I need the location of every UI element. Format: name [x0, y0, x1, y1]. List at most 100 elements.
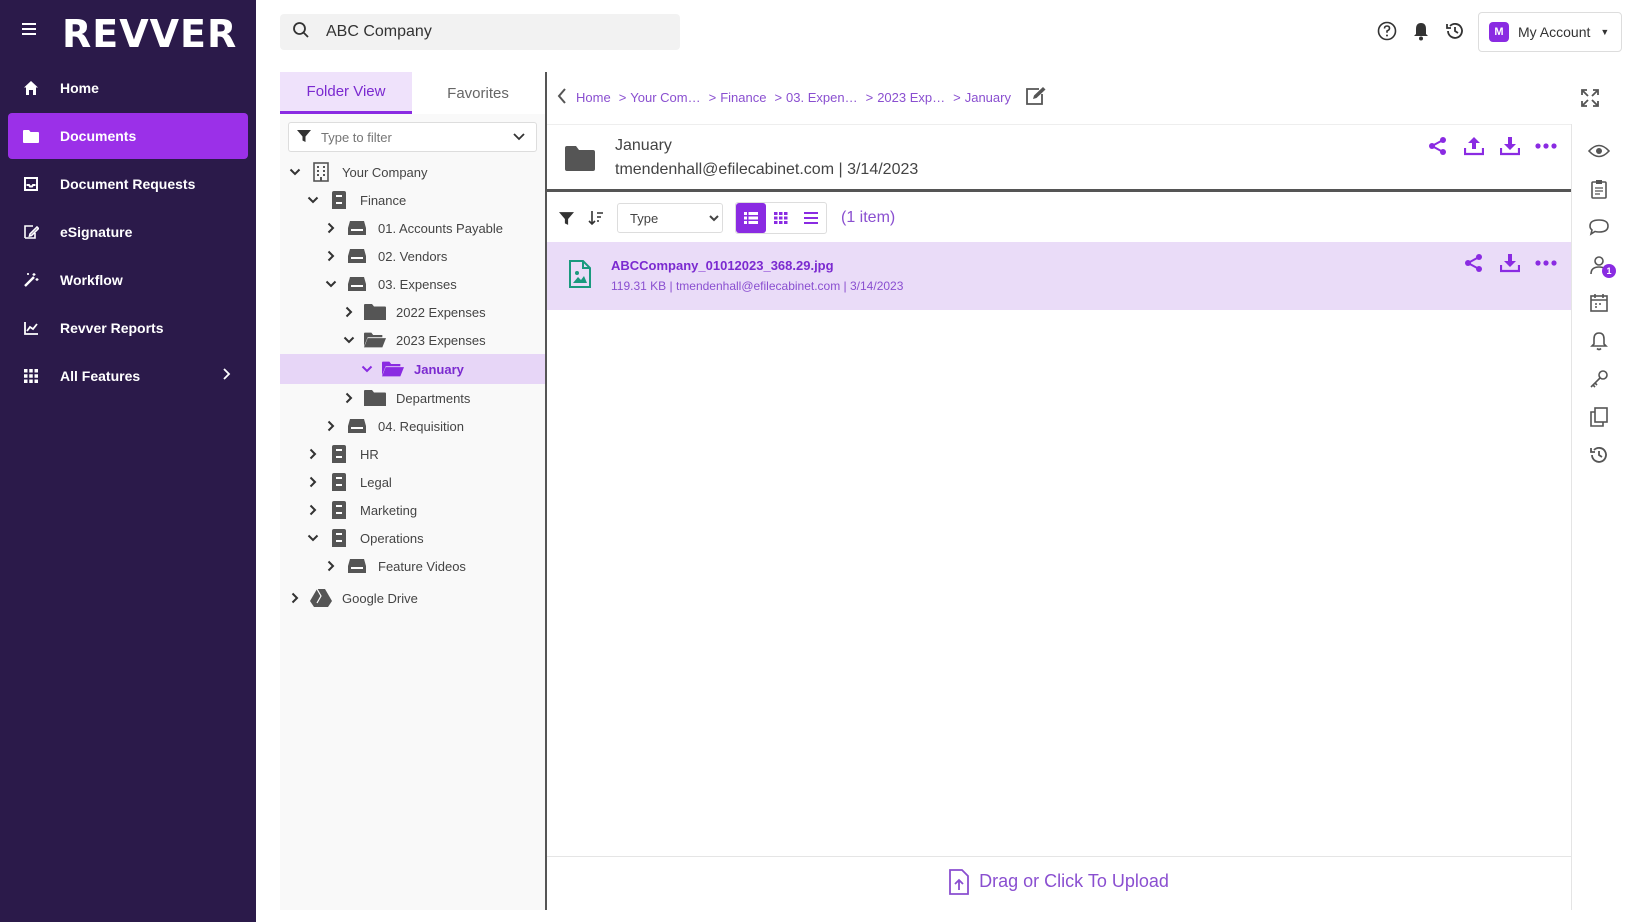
breadcrumb-separator: > — [953, 90, 961, 105]
tree-node[interactable]: Google Drive — [280, 584, 545, 612]
nav-item-documents[interactable]: Documents — [8, 113, 248, 159]
chevron-down-icon[interactable] — [512, 130, 526, 147]
user-icon[interactable]: 1 — [1582, 246, 1616, 284]
nav-item-all-features[interactable]: All Features — [8, 353, 248, 399]
expand-icon[interactable] — [1580, 88, 1600, 113]
tab-folder-view[interactable]: Folder View — [280, 72, 412, 114]
sort-select[interactable]: Type — [617, 203, 723, 233]
hamburger-menu-icon[interactable] — [22, 20, 42, 40]
chevron-right-icon[interactable] — [324, 249, 338, 263]
chevron-right-icon[interactable] — [324, 419, 338, 433]
history-icon[interactable] — [1444, 20, 1466, 42]
comment-icon[interactable] — [1582, 208, 1616, 246]
download-icon[interactable] — [1499, 252, 1521, 274]
tree-node[interactable]: 01. Accounts Payable — [280, 214, 545, 242]
tree-filter-input[interactable] — [321, 129, 501, 145]
tree-node-label: Google Drive — [342, 590, 418, 606]
drawer-icon — [346, 246, 368, 266]
nav-item-workflow[interactable]: Workflow — [8, 257, 248, 303]
history-icon[interactable] — [1582, 436, 1616, 474]
building-icon — [310, 162, 332, 182]
chevron-right-icon[interactable] — [306, 447, 320, 461]
chevron-right-icon[interactable] — [306, 475, 320, 489]
search-input[interactable] — [326, 23, 646, 41]
nav-item-revver-reports[interactable]: Revver Reports — [8, 305, 248, 351]
help-icon[interactable] — [1376, 20, 1398, 42]
chevron-right-icon[interactable] — [342, 305, 356, 319]
tree-node[interactable]: Operations — [280, 524, 545, 552]
folder-header: January tmendenhall@efilecabinet.com | 3… — [547, 124, 1571, 192]
grid-view-button[interactable] — [766, 203, 796, 233]
tree-node[interactable]: January — [280, 354, 545, 384]
tree-node[interactable]: Your Company — [280, 158, 545, 186]
file-name[interactable]: ABCCompany_01012023_368.29.jpg — [611, 258, 834, 273]
more-options-icon[interactable] — [1535, 135, 1557, 157]
calendar-icon[interactable] — [1582, 284, 1616, 322]
upload-dropzone[interactable]: Drag or Click To Upload — [547, 856, 1571, 906]
tree-node[interactable]: Legal — [280, 468, 545, 496]
chevron-down-icon[interactable] — [324, 277, 338, 291]
sort-icon[interactable] — [585, 207, 607, 229]
chevron-right-icon[interactable] — [342, 391, 356, 405]
clipboard-icon[interactable] — [1582, 170, 1616, 208]
bell-icon[interactable] — [1410, 20, 1432, 42]
tree-node-label: Feature Videos — [378, 558, 466, 574]
edit-icon[interactable] — [1025, 86, 1047, 109]
my-account-dropdown[interactable]: M My Account ▼ — [1478, 12, 1622, 52]
nav-item-esignature[interactable]: eSignature — [8, 209, 248, 255]
tree-node[interactable]: 2023 Expenses — [280, 326, 545, 354]
drawer-icon — [346, 274, 368, 294]
nav-item-home[interactable]: Home — [8, 65, 248, 111]
compact-view-button[interactable] — [796, 203, 826, 233]
tree-node[interactable]: 03. Expenses — [280, 270, 545, 298]
tree-node[interactable]: Feature Videos — [280, 552, 545, 580]
nav-item-label: Documents — [60, 128, 137, 144]
chevron-right-icon[interactable] — [324, 221, 338, 235]
nav-item-document-requests[interactable]: Document Requests — [8, 161, 248, 207]
tree-node[interactable]: Marketing — [280, 496, 545, 524]
chevron-right-icon[interactable] — [324, 559, 338, 573]
home-icon — [22, 79, 40, 97]
tree-node-label: Finance — [360, 192, 407, 208]
share-icon[interactable] — [1463, 252, 1485, 274]
key-icon[interactable] — [1582, 360, 1616, 398]
chevron-right-icon[interactable] — [306, 503, 320, 517]
download-icon[interactable] — [1499, 135, 1521, 157]
breadcrumb-item-current[interactable]: January — [965, 90, 1011, 105]
tree-node-label: 04. Requisition — [378, 418, 464, 434]
file-row[interactable]: ABCCompany_01012023_368.29.jpg 119.31 KB… — [547, 242, 1571, 310]
breadcrumb-item[interactable]: 2023 Exp… — [877, 90, 945, 105]
avatar: M — [1489, 22, 1509, 42]
list-view-button[interactable] — [736, 203, 766, 233]
chevron-down-icon[interactable] — [306, 193, 320, 207]
copy-icon[interactable] — [1582, 398, 1616, 436]
chevron-down-icon[interactable] — [288, 165, 302, 179]
panel-divider[interactable] — [545, 72, 547, 910]
chevron-down-icon[interactable] — [360, 362, 374, 376]
chevron-down-icon[interactable] — [342, 333, 356, 347]
upload-icon[interactable] — [1463, 135, 1485, 157]
breadcrumb-item[interactable]: 03. Expen… — [786, 90, 858, 105]
more-options-icon[interactable] — [1535, 252, 1557, 274]
tree-node[interactable]: Departments — [280, 384, 545, 412]
chevron-left-icon[interactable] — [556, 87, 568, 108]
nav-item-label: eSignature — [60, 224, 133, 240]
tab-favorites[interactable]: Favorites — [412, 72, 544, 114]
search-icon — [292, 21, 310, 44]
chevron-right-icon[interactable] — [288, 591, 302, 605]
bell-outline-icon[interactable] — [1582, 322, 1616, 360]
share-icon[interactable] — [1427, 135, 1449, 157]
tree-node[interactable]: Finance — [280, 186, 545, 214]
breadcrumb-item[interactable]: Your Com… — [630, 90, 700, 105]
tree-node[interactable]: 04. Requisition — [280, 412, 545, 440]
tree-node[interactable]: 2022 Expenses — [280, 298, 545, 326]
tree-node[interactable]: 02. Vendors — [280, 242, 545, 270]
upload-label: Drag or Click To Upload — [979, 871, 1169, 891]
breadcrumb-item[interactable]: Home — [576, 90, 611, 105]
filter-icon[interactable] — [555, 207, 577, 229]
right-divider — [1571, 124, 1572, 910]
tree-node[interactable]: HR — [280, 440, 545, 468]
breadcrumb-item[interactable]: Finance — [720, 90, 766, 105]
eye-icon[interactable] — [1582, 132, 1616, 170]
chevron-down-icon[interactable] — [306, 531, 320, 545]
